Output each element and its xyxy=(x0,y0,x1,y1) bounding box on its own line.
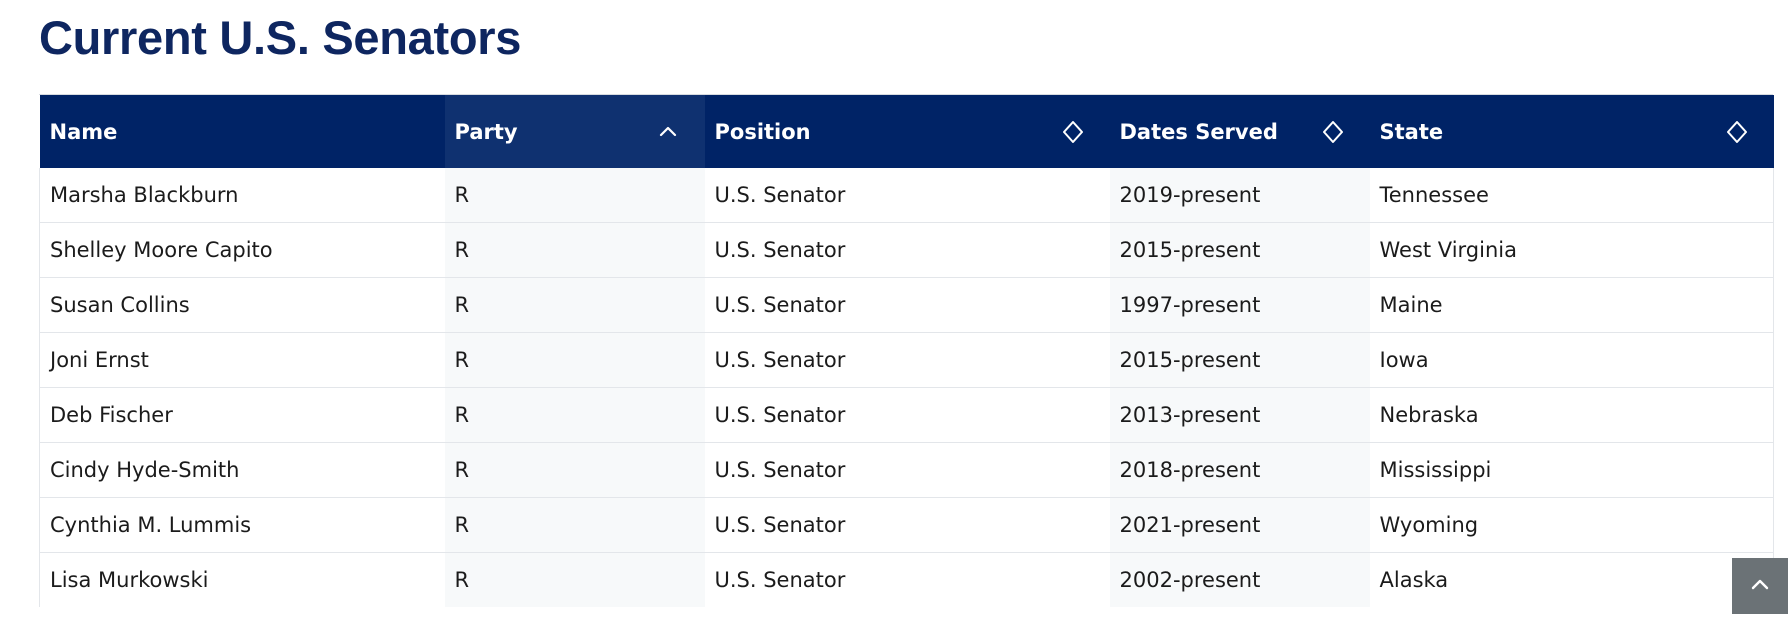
cell-position: U.S. Senator xyxy=(714,568,846,592)
cell-state: Iowa xyxy=(1369,332,1774,388)
cell-dates-served: 2018-present xyxy=(1109,442,1370,498)
cell-name: Deb Fischer xyxy=(39,387,445,443)
back-to-top-button[interactable] xyxy=(1732,558,1788,614)
column-header-label: Position xyxy=(714,119,811,144)
table-row: Deb Fischer R U.S. Senator 2013-present … xyxy=(39,387,1774,443)
page: Current U.S. Senators Name Party Positio… xyxy=(0,0,1790,621)
cell-name: Marsha Blackburn xyxy=(39,168,445,223)
cell-dates-served: 2015-present xyxy=(1109,332,1370,388)
cell-state: West Virginia xyxy=(1369,222,1774,278)
cell-dates-served: 1997-present xyxy=(1109,277,1370,333)
sort-icon xyxy=(1726,120,1748,144)
cell-name: Lisa Murkowski xyxy=(39,552,445,607)
table-header-row: Name Party Position Dates Served State xyxy=(39,95,1774,168)
column-header-label: State xyxy=(1379,119,1444,144)
table-row: Cynthia M. Lummis R U.S. Senator 2021-pr… xyxy=(39,497,1774,553)
cell-state: Tennessee xyxy=(1369,168,1774,223)
table-row: Cindy Hyde-Smith R U.S. Senator 2018-pre… xyxy=(39,442,1774,498)
senators-table: Name Party Position Dates Served State M… xyxy=(39,95,1774,607)
cell-dates-served: 2013-present xyxy=(1109,387,1370,443)
column-header-dates-served[interactable]: Dates Served xyxy=(1109,95,1370,168)
cell-party: R xyxy=(444,552,705,607)
cell-name: Joni Ernst xyxy=(39,332,445,388)
table-row: Marsha Blackburn R U.S. Senator 2019-pre… xyxy=(39,168,1774,223)
cell-party: R xyxy=(444,168,705,223)
cell-dates-served: 2002-present xyxy=(1109,552,1370,607)
cell-dates-served: 2021-present xyxy=(1109,497,1370,553)
cell-position: U.S. Senator xyxy=(704,168,1110,223)
cell-party: R xyxy=(444,497,705,553)
cell-party: R xyxy=(444,332,705,388)
cell-name: Shelley Moore Capito xyxy=(39,222,445,278)
cell-state: Wyoming xyxy=(1369,497,1774,553)
cell-party: R xyxy=(444,277,705,333)
cell-position: U.S. Senator xyxy=(704,277,1110,333)
cell-name: Cynthia M. Lummis xyxy=(39,497,445,553)
cell-state: Nebraska xyxy=(1369,387,1774,443)
table-row: Susan Collins R U.S. Senator 1997-presen… xyxy=(39,277,1774,333)
column-header-name[interactable]: Name xyxy=(39,95,445,168)
cell-dates-served: 2015-present xyxy=(1109,222,1370,278)
table-body: Marsha Blackburn R U.S. Senator 2019-pre… xyxy=(39,168,1774,607)
column-header-label: Name xyxy=(49,119,118,144)
cell-name: Cindy Hyde-Smith xyxy=(39,442,445,498)
cell-position: U.S. Senator xyxy=(704,222,1110,278)
table-row: Shelley Moore Capito R U.S. Senator 2015… xyxy=(39,222,1774,278)
chevron-up-icon xyxy=(1749,573,1771,600)
cell-position: U.S. Senator xyxy=(704,332,1110,388)
cell-position: U.S. Senator xyxy=(704,497,1110,553)
column-header-label: Party xyxy=(454,119,518,144)
column-header-position[interactable]: Position xyxy=(704,95,1110,168)
senators-table-wrapper: Name Party Position Dates Served State M… xyxy=(39,94,1774,607)
table-row: Lisa Murkowski R U.S. Senator 2002-prese… xyxy=(39,552,1774,607)
cell-position: U.S. Senator xyxy=(704,442,1110,498)
table-row: Joni Ernst R U.S. Senator 2015-present I… xyxy=(39,332,1774,388)
cell-state: Alaska xyxy=(1369,552,1774,607)
cell-position: U.S. Senator xyxy=(704,387,1110,443)
cell-party: R xyxy=(444,442,705,498)
column-header-party[interactable]: Party xyxy=(444,95,705,168)
cell-state: Maine xyxy=(1369,277,1774,333)
page-title: Current U.S. Senators xyxy=(39,11,522,64)
cell-name: Susan Collins xyxy=(39,277,445,333)
column-header-state[interactable]: State xyxy=(1369,95,1774,168)
cell-state: Mississippi xyxy=(1369,442,1774,498)
cell-dates-served: 2019-present xyxy=(1109,168,1370,223)
cell-party: R xyxy=(444,387,705,443)
cell-party: R xyxy=(444,222,705,278)
table-header: Name Party Position Dates Served State xyxy=(39,95,1774,168)
column-header-label: Dates Served xyxy=(1119,119,1278,144)
sort-icon xyxy=(1322,120,1344,144)
chevron-up-icon xyxy=(657,120,679,144)
sort-icon xyxy=(1062,120,1084,144)
